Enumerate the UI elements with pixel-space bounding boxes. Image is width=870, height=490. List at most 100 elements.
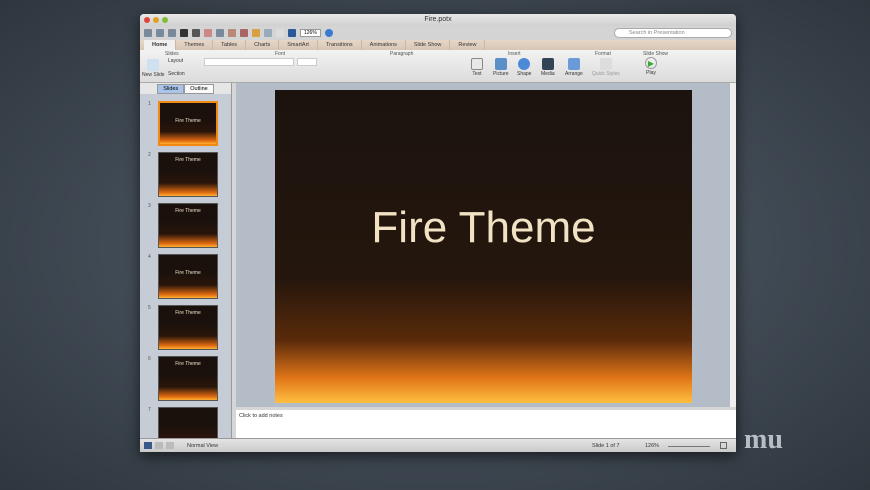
group-paragraph-label: Paragraph: [390, 51, 414, 57]
font-size-select[interactable]: [297, 58, 317, 66]
shape-icon: [518, 58, 531, 70]
slideshow-icon[interactable]: [288, 29, 296, 37]
vertical-scrollbar[interactable]: [730, 83, 736, 407]
picture-button[interactable]: Picture: [493, 58, 509, 77]
slide-thumbnail[interactable]: Fire Theme: [158, 203, 218, 248]
copy-icon[interactable]: [216, 29, 224, 37]
zoom-select[interactable]: 126%: [300, 29, 321, 37]
quick-styles-label: Quick Styles: [592, 71, 620, 77]
thumbnail-title: Fire Theme: [175, 270, 201, 276]
slide-thumbnail[interactable]: Fire Theme: [158, 305, 218, 350]
paste-icon[interactable]: [228, 29, 236, 37]
media-label: Media: [541, 71, 555, 77]
cut-icon[interactable]: [204, 29, 212, 37]
redo-icon[interactable]: [264, 29, 272, 37]
undo-icon[interactable]: [252, 29, 260, 37]
tab-slide-show[interactable]: Slide Show: [406, 40, 451, 50]
slide-thumbnail[interactable]: Fire Theme: [158, 356, 218, 401]
tab-themes[interactable]: Themes: [176, 40, 214, 50]
window-title: Fire.potx: [424, 16, 452, 23]
new-slide-button[interactable]: New Slide: [142, 59, 165, 78]
group-slides-label: Slides: [165, 51, 179, 57]
title-bar: Fire.potx: [140, 14, 736, 26]
slide-sorter-button[interactable]: [155, 442, 163, 449]
text-button[interactable]: Text: [471, 58, 483, 77]
save-icon[interactable]: [180, 29, 188, 37]
thumbnail-title: Fire Theme: [175, 157, 201, 163]
slide-title[interactable]: Fire Theme: [275, 203, 692, 253]
minimize-button[interactable]: [153, 17, 159, 23]
play-button[interactable]: ▶ Play: [645, 57, 657, 76]
slide-number: 2: [148, 152, 151, 158]
current-slide[interactable]: Fire Theme: [275, 90, 692, 403]
slide-number: 3: [148, 203, 151, 209]
zoom-slider[interactable]: [668, 446, 710, 447]
standard-toolbar: 126% Search in Presentation: [140, 26, 736, 40]
slide-icon[interactable]: [276, 29, 284, 37]
quick-styles-icon: [599, 58, 612, 70]
ribbon: Slides Font Paragraph Insert Format Slid…: [140, 50, 736, 83]
arrange-button[interactable]: Arrange: [565, 58, 583, 77]
picture-icon: [494, 58, 507, 70]
arrange-label: Arrange: [565, 71, 583, 77]
thumbnail-title: Fire Theme: [175, 310, 201, 316]
print-icon[interactable]: [192, 29, 200, 37]
tab-review[interactable]: Review: [450, 40, 486, 50]
pane-tabs: Slides Outline: [140, 83, 231, 94]
text-box-icon: [471, 58, 483, 70]
slide-number: 7: [148, 407, 151, 413]
new-slide-icon: [147, 59, 160, 71]
layout-button[interactable]: Layout: [168, 58, 183, 64]
close-button[interactable]: [144, 17, 150, 23]
play-label: Play: [646, 70, 656, 76]
gallery-icon[interactable]: [156, 29, 164, 37]
media-button[interactable]: Media: [541, 58, 555, 77]
fit-window-button[interactable]: [720, 442, 727, 449]
tab-home[interactable]: Home: [144, 40, 177, 50]
tab-outline[interactable]: Outline: [184, 83, 214, 94]
open-icon[interactable]: [168, 29, 176, 37]
notes-pane[interactable]: Click to add notes: [236, 410, 736, 438]
section-button[interactable]: Section: [168, 71, 185, 77]
picture-label: Picture: [493, 71, 509, 77]
search-input[interactable]: Search in Presentation: [614, 28, 732, 38]
slide-number: 1: [148, 101, 151, 107]
tab-transitions[interactable]: Transitions: [318, 40, 362, 50]
group-insert-label: Insert: [508, 51, 521, 57]
tab-tables[interactable]: Tables: [213, 40, 247, 50]
view-label: Normal View: [187, 443, 219, 449]
slide-show-view-button[interactable]: [166, 442, 174, 449]
group-font-label: Font: [275, 51, 286, 57]
arrange-icon: [567, 58, 580, 70]
tab-charts[interactable]: Charts: [246, 40, 280, 50]
shape-button[interactable]: Shape: [517, 58, 531, 77]
slide-number: 6: [148, 356, 151, 362]
slide-number: 5: [148, 305, 151, 311]
group-format-label: Format: [595, 51, 611, 57]
slides-pane: Slides Outline 1 Fire Theme 2 Fire Theme 3…: [140, 83, 232, 452]
slide-thumbnail[interactable]: Fire Theme: [158, 152, 218, 197]
powerpoint-window: Fire.potx 126% Search in Presentation Ho…: [140, 14, 736, 452]
search-placeholder: Search in Presentation: [629, 30, 685, 36]
play-icon: ▶: [645, 57, 657, 69]
zoom-percent: 126%: [645, 443, 660, 449]
ribbon-tabs: Home Themes Tables Charts SmartArt Trans…: [140, 40, 736, 50]
new-icon[interactable]: [144, 29, 152, 37]
window-controls: [144, 17, 168, 23]
tab-slides[interactable]: Slides: [157, 83, 185, 94]
media-icon: [541, 58, 554, 70]
quick-styles-button[interactable]: Quick Styles: [592, 58, 620, 77]
slide-thumbnail[interactable]: Fire Theme: [158, 254, 218, 299]
zoom-button[interactable]: [162, 17, 168, 23]
font-name-select[interactable]: [204, 58, 294, 66]
tab-animations[interactable]: Animations: [362, 40, 406, 50]
tab-smartart[interactable]: SmartArt: [279, 40, 318, 50]
normal-view-button[interactable]: [144, 442, 152, 449]
status-bar: Normal View Slide 1 of 7 126%: [140, 438, 736, 452]
notes-placeholder: Click to add notes: [239, 413, 283, 419]
help-icon[interactable]: [324, 29, 333, 37]
thumbnail-title: Fire Theme: [175, 118, 201, 124]
slide-thumbnail[interactable]: Fire Theme: [158, 101, 218, 146]
watermark-logo: mu: [744, 424, 783, 455]
format-painter-icon[interactable]: [240, 29, 248, 37]
